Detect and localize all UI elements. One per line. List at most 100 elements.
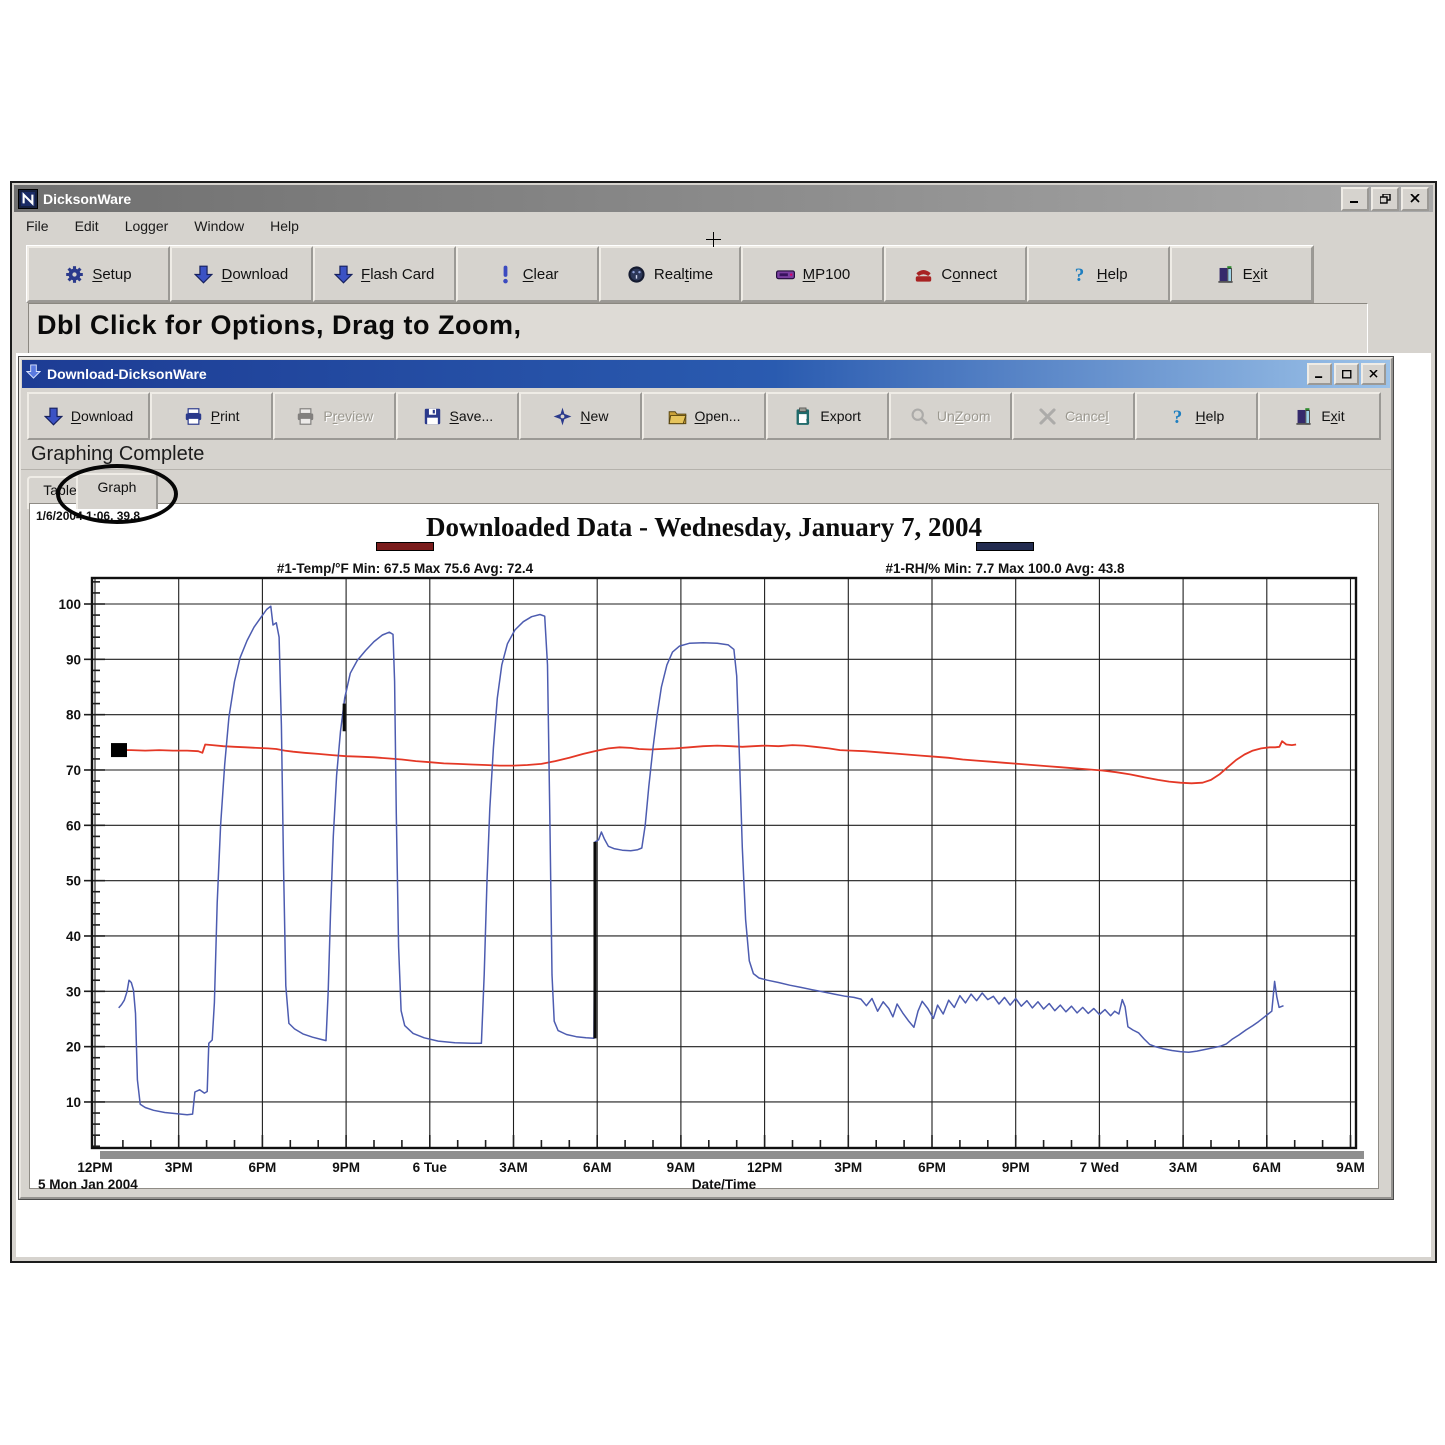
button-label: Help (1097, 266, 1128, 283)
clock-icon (627, 265, 646, 284)
child-close-button[interactable] (1361, 363, 1386, 385)
button-label: Export (820, 408, 860, 424)
cancel-x-icon (1038, 407, 1057, 426)
export-button[interactable]: Export (766, 392, 889, 440)
unzoom-button: UnZoom (889, 392, 1012, 440)
svg-text:90: 90 (66, 652, 81, 667)
svg-text:5 Mon Jan 2004: 5 Mon Jan 2004 (38, 1177, 138, 1192)
new-button[interactable]: New (519, 392, 642, 440)
menu-window[interactable]: Window (194, 218, 244, 234)
graph-page: 1/6/2004 1:06, 39.8 Downloaded Data - We… (29, 503, 1379, 1189)
print-button[interactable]: Print (150, 392, 273, 440)
button-label: Help (1195, 408, 1224, 424)
minimize-button[interactable] (1341, 187, 1369, 211)
connect-button[interactable]: Connect (884, 246, 1027, 302)
svg-text:3AM: 3AM (499, 1160, 528, 1175)
menu-file[interactable]: File (26, 218, 49, 234)
device-icon (776, 265, 795, 284)
download-window: Download-DicksonWare DownloadPrintPrevie… (19, 357, 1393, 1199)
button-label: Download (221, 266, 288, 283)
tab-bar: Table Graph (21, 472, 1391, 503)
svg-text:50: 50 (66, 874, 81, 889)
menu-help[interactable]: Help (270, 218, 299, 234)
child-maximize-button[interactable] (1334, 363, 1359, 385)
button-label: Exit (1243, 266, 1268, 283)
svg-text:7 Wed: 7 Wed (1080, 1160, 1120, 1175)
main-menubar: File Edit Logger Window Help (16, 214, 1431, 238)
svg-text:9AM: 9AM (667, 1160, 696, 1175)
button-label: Flash Card (361, 266, 434, 283)
menu-edit[interactable]: Edit (75, 218, 99, 234)
download-arrow-icon (334, 265, 353, 284)
download-toolbar: DownloadPrintPreview Save... New Open... Exp… (27, 392, 1381, 440)
svg-text:3AM: 3AM (1169, 1160, 1198, 1175)
svg-text:6 Tue: 6 Tue (413, 1160, 448, 1175)
cancel-button: Cancel (1012, 392, 1135, 440)
status-line: Graphing Complete (21, 443, 1391, 470)
rh-legend-swatch (976, 542, 1034, 551)
restore-button[interactable] (1371, 187, 1399, 211)
button-label: Open... (695, 408, 741, 424)
save-button[interactable]: Save... (396, 392, 519, 440)
download-button[interactable]: Download (27, 392, 150, 440)
preview-button: Preview (273, 392, 396, 440)
svg-text:9PM: 9PM (1002, 1160, 1030, 1175)
app-icon (18, 189, 38, 209)
hint-message: Dbl Click for Options, Drag to Zoom, (37, 310, 522, 340)
printer-icon (184, 407, 203, 426)
save-icon (423, 407, 442, 426)
download-button[interactable]: Download (170, 246, 313, 302)
open-button[interactable]: Open... (642, 392, 765, 440)
tab-graph[interactable]: Graph (76, 473, 158, 509)
help-button[interactable]: ?Help (1135, 392, 1258, 440)
magnifier-icon (910, 407, 929, 426)
svg-text:60: 60 (66, 818, 81, 833)
crosshair-cursor (706, 232, 721, 247)
close-button[interactable] (1401, 187, 1429, 211)
svg-text:12PM: 12PM (77, 1160, 112, 1175)
main-window: DicksonWare File Edit Logger Window Help… (10, 181, 1437, 1263)
menu-logger[interactable]: Logger (125, 218, 169, 234)
svg-text:3PM: 3PM (834, 1160, 862, 1175)
mp100-button[interactable]: MP100 (741, 246, 884, 302)
download-arrow-icon (44, 407, 63, 426)
button-label: Connect (941, 266, 997, 283)
gear-icon (65, 265, 84, 284)
button-label: Save... (450, 408, 494, 424)
download-window-title: Download-DicksonWare (47, 366, 207, 382)
svg-text:3PM: 3PM (165, 1160, 193, 1175)
button-label: UnZoom (937, 408, 991, 424)
svg-text:20: 20 (66, 1040, 81, 1055)
flash-card-button[interactable]: Flash Card (313, 246, 456, 302)
button-label: Exit (1321, 408, 1344, 424)
main-titlebar[interactable]: DicksonWare (14, 185, 1433, 212)
exit-button[interactable]: Exit (1170, 246, 1313, 302)
clear-button[interactable]: Clear (456, 246, 599, 302)
main-window-title: DicksonWare (43, 191, 131, 207)
svg-text:70: 70 (66, 763, 81, 778)
svg-text:80: 80 (66, 708, 81, 723)
new-starburst-icon (553, 407, 572, 426)
svg-text:9AM: 9AM (1336, 1160, 1365, 1175)
temp-legend-swatch (376, 542, 434, 551)
phone-icon (914, 265, 933, 284)
help-button[interactable]: ? Help (1027, 246, 1170, 302)
child-minimize-button[interactable] (1307, 363, 1332, 385)
svg-text:Date/Time: Date/Time (692, 1177, 757, 1192)
button-label: Clear (523, 266, 559, 283)
exit-button[interactable]: Exit (1258, 392, 1381, 440)
svg-text:?: ? (1074, 265, 1084, 284)
svg-text:40: 40 (66, 929, 81, 944)
download-titlebar[interactable]: Download-DicksonWare (22, 360, 1390, 388)
button-label: Setup (92, 266, 131, 283)
svg-text:6PM: 6PM (249, 1160, 277, 1175)
exclamation-icon (496, 265, 515, 284)
realtime-button[interactable]: Realtime (599, 246, 742, 302)
setup-button[interactable]: Setup (27, 246, 170, 302)
main-toolbar: Setup Download Flash Card Clear RealtimeMP10… (26, 245, 1314, 303)
svg-text:10: 10 (66, 1095, 81, 1110)
question-icon: ? (1070, 265, 1089, 284)
chart-plot[interactable]: 10203040506070809010012PM3PM6PM9PM6 Tue3… (30, 560, 1375, 1192)
export-icon (793, 407, 812, 426)
button-label: New (580, 408, 608, 424)
